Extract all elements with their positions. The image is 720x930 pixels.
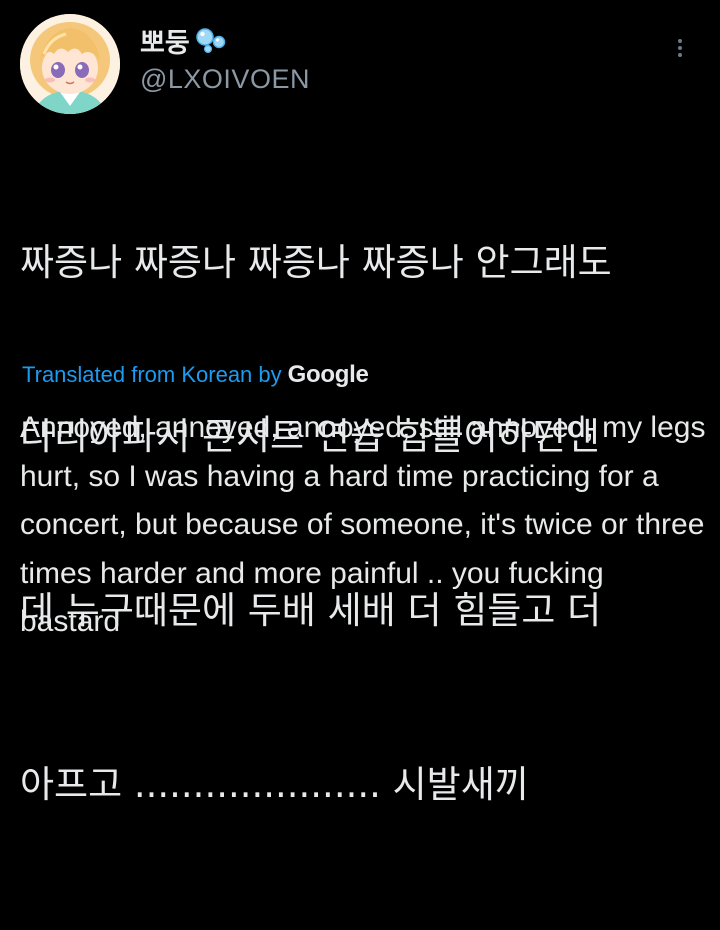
tweet-header: 뽀둥 @LXOIVOEN xyxy=(20,14,700,114)
google-logo: Google xyxy=(287,361,369,388)
translated-text: Annoyed, annoyed, annoyed, still annoyed… xyxy=(20,411,706,638)
translation-attribution: Translated from Korean by Google xyxy=(22,358,369,392)
more-vertical-icon-dot xyxy=(678,53,682,57)
tweet: 뽀둥 @LXOIVOEN 짜증나 짜증나 짜증나 짜증나 안그래도 다리아파서 … xyxy=(0,0,720,806)
user-names: 뽀둥 @LXOIVOEN xyxy=(140,22,310,95)
avatar[interactable] xyxy=(20,14,120,114)
display-name[interactable]: 뽀둥 xyxy=(140,21,190,60)
tweet-text-line: 아프고 ..................... 시발새끼 xyxy=(20,763,529,806)
bubbles-icon xyxy=(194,26,228,54)
user-handle[interactable]: @LXOIVOEN xyxy=(140,64,310,95)
more-vertical-icon-dot xyxy=(678,46,682,50)
tweet-text-line: 짜증나 짜증나 짜증나 짜증나 안그래도 xyxy=(20,241,612,284)
translated-from-link[interactable]: Translated from Korean by xyxy=(22,362,282,388)
anime-avatar-icon xyxy=(20,14,120,114)
more-options-button[interactable] xyxy=(670,36,690,66)
display-name-row: 뽀둥 xyxy=(140,21,310,60)
more-vertical-icon-dot xyxy=(678,39,682,43)
